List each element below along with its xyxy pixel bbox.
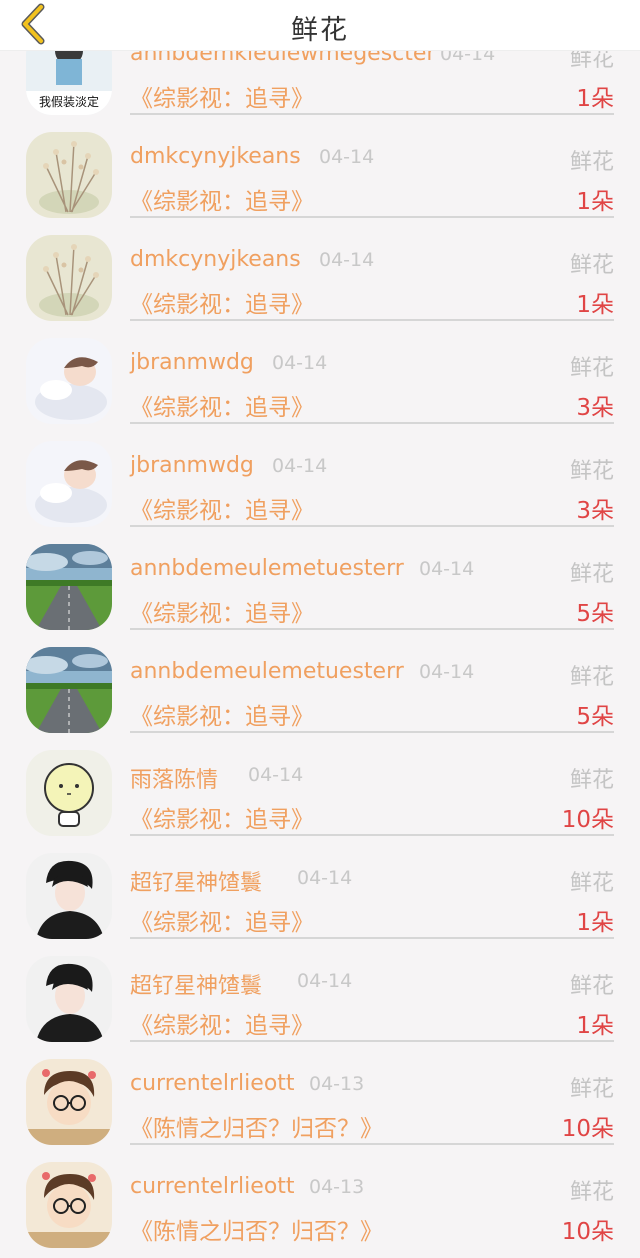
user-name[interactable]: dmkcynyjkeans [130, 247, 301, 272]
user-avatar[interactable] [26, 338, 112, 424]
user-name[interactable]: currentelrlieott [130, 1174, 295, 1199]
user-avatar[interactable] [26, 544, 112, 630]
gift-type: 鲜花 [569, 1180, 614, 1205]
list-item[interactable]: jbranmwdg 04-14 鲜花 《综影视：追寻》 3朵 [0, 318, 640, 424]
gift-quantity: 1朵 [576, 910, 614, 936]
gift-date: 04-13 [309, 1073, 365, 1095]
list-item[interactable]: 雨落陈情 04-14 鲜花 《综影视：追寻》 10朵 [0, 730, 640, 836]
list-item[interactable]: annbdemeulemetuesterr 04-14 鲜花 《综影视：追寻》 … [0, 524, 640, 630]
gift-date: 04-14 [319, 146, 375, 168]
user-avatar[interactable] [26, 441, 112, 527]
gift-type: 鲜花 [569, 459, 614, 484]
list-item[interactable]: annbdemeulemetuesterr 04-14 鲜花 《综影视：追寻》 … [0, 627, 640, 733]
list-item[interactable]: 超钌星神馇鬟 04-14 鲜花 《综影视：追寻》 1朵 [0, 936, 640, 1042]
gift-date: 04-14 [319, 249, 375, 271]
gift-quantity: 1朵 [576, 189, 614, 215]
gift-quantity: 3朵 [576, 498, 614, 524]
user-name[interactable]: annbdemeulemetuesterr [130, 659, 404, 684]
gift-date: 04-14 [297, 867, 353, 889]
gift-quantity: 5朵 [576, 704, 614, 730]
gift-quantity: 3朵 [576, 395, 614, 421]
gift-date: 04-14 [419, 661, 475, 683]
book-title[interactable]: 《综影视：追寻》 [130, 594, 314, 628]
user-avatar[interactable] [26, 853, 112, 939]
user-avatar[interactable] [26, 1059, 112, 1145]
user-name[interactable]: jbranmwdg [130, 350, 254, 375]
book-title[interactable]: 《综影视：追寻》 [130, 903, 314, 937]
list-item[interactable]: currentelrlieott 04-13 鲜花 《陈情之归否？归否？》 10… [0, 1039, 640, 1145]
gift-date: 04-14 [248, 764, 304, 786]
user-avatar[interactable] [26, 647, 112, 733]
gift-quantity: 5朵 [576, 601, 614, 627]
gift-date: 04-13 [309, 1176, 365, 1198]
gift-date: 04-14 [419, 558, 475, 580]
user-avatar[interactable] [26, 750, 112, 836]
list-item[interactable]: jbranmwdg 04-14 鲜花 《综影视：追寻》 3朵 [0, 421, 640, 527]
user-name[interactable]: currentelrlieott [130, 1071, 295, 1096]
gift-type: 鲜花 [569, 665, 614, 690]
user-name[interactable]: 雨落陈情 [130, 762, 218, 794]
list-item[interactable]: 超钌星神馇鬟 04-14 鲜花 《综影视：追寻》 1朵 [0, 833, 640, 939]
gift-type: 鲜花 [569, 253, 614, 278]
gift-quantity: 10朵 [561, 1116, 614, 1142]
gift-quantity: 1朵 [576, 86, 614, 112]
list-item[interactable]: currentelrlieott 04-13 鲜花 《陈情之归否？归否？》 10… [0, 1142, 640, 1245]
user-name[interactable]: 超钌星神馇鬟 [130, 968, 262, 1000]
gift-type: 鲜花 [569, 974, 614, 999]
gift-type: 鲜花 [569, 356, 614, 381]
user-avatar[interactable] [26, 235, 112, 321]
user-avatar[interactable] [26, 956, 112, 1042]
book-title[interactable]: 《综影视：追寻》 [130, 800, 314, 834]
book-title[interactable]: 《综影视：追寻》 [130, 1006, 314, 1040]
list-item[interactable]: dmkcynyjkeans 04-14 鲜花 《综影视：追寻》 1朵 [0, 215, 640, 321]
book-title[interactable]: 《综影视：追寻》 [130, 697, 314, 731]
user-avatar[interactable] [26, 1162, 112, 1248]
page-title: 鲜花 [291, 15, 349, 46]
user-name[interactable]: annbdemeulemetuesterr [130, 556, 404, 581]
gift-date: 04-14 [297, 970, 353, 992]
gift-quantity: 1朵 [576, 1013, 614, 1039]
gift-type: 鲜花 [569, 150, 614, 175]
user-name[interactable]: dmkcynyjkeans [130, 144, 301, 169]
gift-quantity: 1朵 [576, 292, 614, 318]
avatar-caption: 我假装淡定 [38, 95, 99, 109]
user-name[interactable]: jbranmwdg [130, 453, 254, 478]
book-title[interactable]: 《综影视：追寻》 [130, 491, 314, 525]
book-title[interactable]: 《综影视：追寻》 [130, 285, 314, 319]
book-title[interactable]: 《陈情之归否？归否？》 [130, 1109, 383, 1143]
gift-date: 04-14 [272, 352, 328, 374]
gift-type: 鲜花 [569, 768, 614, 793]
list-item[interactable]: dmkcynyjkeans 04-14 鲜花 《综影视：追寻》 1朵 [0, 112, 640, 218]
book-title[interactable]: 《陈情之归否？归否？》 [130, 1212, 383, 1246]
user-name[interactable]: 超钌星神馇鬟 [130, 865, 262, 897]
gift-type: 鲜花 [569, 562, 614, 587]
top-bar: 鲜花 [0, 0, 640, 51]
book-title[interactable]: 《综影视：追寻》 [130, 388, 314, 422]
gift-quantity: 10朵 [561, 807, 614, 833]
gift-type: 鲜花 [569, 871, 614, 896]
book-title[interactable]: 《综影视：追寻》 [130, 79, 314, 113]
user-avatar[interactable] [26, 132, 112, 218]
gift-quantity: 10朵 [561, 1219, 614, 1245]
gift-type: 鲜花 [569, 1077, 614, 1102]
gift-date: 04-14 [272, 455, 328, 477]
book-title[interactable]: 《综影视：追寻》 [130, 182, 314, 216]
